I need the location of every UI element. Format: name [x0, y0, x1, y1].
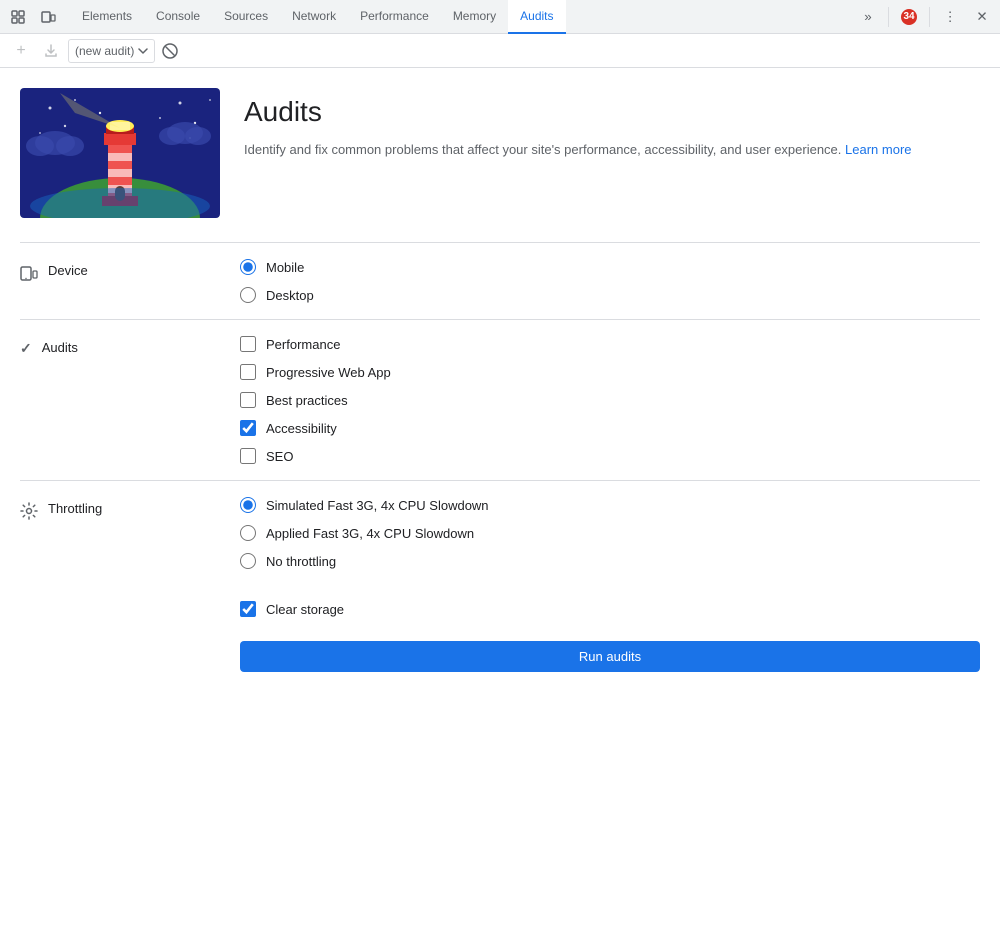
- throttling-sim-fast3g-radio[interactable]: Simulated Fast 3G, 4x CPU Slowdown: [240, 497, 980, 513]
- inspect-icon-btn[interactable]: [4, 3, 32, 31]
- throttling-label: Throttling: [20, 497, 240, 569]
- download-audit-btn[interactable]: [38, 38, 64, 64]
- throttling-applied-fast3g-label: Applied Fast 3G, 4x CPU Slowdown: [266, 526, 474, 541]
- page-title: Audits: [244, 96, 912, 128]
- audit-best-practices-label: Best practices: [266, 393, 348, 408]
- device-section: Device Mobile Desktop: [20, 242, 980, 319]
- audit-seo-input[interactable]: [240, 448, 256, 464]
- throttling-no-throttle-radio[interactable]: No throttling: [240, 553, 980, 569]
- error-badge-btn[interactable]: 34: [895, 7, 923, 27]
- tab-elements[interactable]: Elements: [70, 0, 144, 34]
- add-audit-btn[interactable]: +: [8, 38, 34, 64]
- hero-description: Identify and fix common problems that af…: [244, 140, 912, 161]
- throttling-no-throttle-input[interactable]: [240, 553, 256, 569]
- divider: [888, 7, 889, 27]
- device-desktop-input[interactable]: [240, 287, 256, 303]
- device-desktop-radio[interactable]: Desktop: [240, 287, 980, 303]
- throttling-sim-fast3g-input[interactable]: [240, 497, 256, 513]
- device-label: Device: [20, 259, 240, 303]
- clear-storage-section: Clear storage Run audits: [240, 585, 980, 672]
- throttling-options: Simulated Fast 3G, 4x CPU Slowdown Appli…: [240, 497, 980, 569]
- device-label-text: Device: [48, 263, 88, 278]
- audit-best-practices-input[interactable]: [240, 392, 256, 408]
- audit-pwa-checkbox[interactable]: Progressive Web App: [240, 364, 980, 380]
- audit-best-practices-checkbox[interactable]: Best practices: [240, 392, 980, 408]
- stop-btn[interactable]: [159, 40, 181, 62]
- throttling-applied-fast3g-radio[interactable]: Applied Fast 3G, 4x CPU Slowdown: [240, 525, 980, 541]
- audits-options: Performance Progressive Web App Best pra…: [240, 336, 980, 464]
- throttling-label-text: Throttling: [48, 501, 102, 516]
- audits-section: ✓ Audits Performance Progressive Web App…: [20, 319, 980, 480]
- clear-storage-checkbox[interactable]: Clear storage: [240, 601, 980, 617]
- device-toggle-btn[interactable]: [34, 3, 62, 31]
- device-desktop-label: Desktop: [266, 288, 314, 303]
- tab-bar-left-icons: [4, 3, 62, 31]
- device-mobile-label: Mobile: [266, 260, 304, 275]
- audit-pwa-label: Progressive Web App: [266, 365, 391, 380]
- divider2: [929, 7, 930, 27]
- tab-bar: Elements Console Sources Network Perform…: [0, 0, 1000, 34]
- throttling-applied-fast3g-input[interactable]: [240, 525, 256, 541]
- tab-performance[interactable]: Performance: [348, 0, 441, 34]
- throttling-sim-fast3g-label: Simulated Fast 3G, 4x CPU Slowdown: [266, 498, 489, 513]
- tab-bar-right: » 34 ⋮ ✕: [854, 3, 996, 31]
- tab-sources[interactable]: Sources: [212, 0, 280, 34]
- hero-section: Audits Identify and fix common problems …: [20, 88, 980, 242]
- tab-console[interactable]: Console: [144, 0, 212, 34]
- gear-icon: [20, 502, 38, 525]
- clear-storage-input[interactable]: [240, 601, 256, 617]
- run-audits-button[interactable]: Run audits: [240, 641, 980, 672]
- tab-audits[interactable]: Audits: [508, 0, 565, 34]
- learn-more-link[interactable]: Learn more: [845, 142, 911, 157]
- tabs-container: Elements Console Sources Network Perform…: [70, 0, 854, 34]
- more-options-btn[interactable]: ⋮: [936, 3, 964, 31]
- audit-select-dropdown[interactable]: (new audit): [68, 39, 155, 63]
- audit-accessibility-checkbox[interactable]: Accessibility: [240, 420, 980, 436]
- audits-toolbar: + (new audit): [0, 34, 1000, 68]
- checkmark-icon: ✓: [20, 340, 32, 357]
- close-devtools-btn[interactable]: ✕: [968, 3, 996, 31]
- tab-network[interactable]: Network: [280, 0, 348, 34]
- audit-accessibility-label: Accessibility: [266, 421, 337, 436]
- audit-performance-checkbox[interactable]: Performance: [240, 336, 980, 352]
- lighthouse-illustration: [20, 88, 220, 218]
- audits-label: ✓ Audits: [20, 336, 240, 464]
- main-content: Audits Identify and fix common problems …: [0, 68, 1000, 712]
- audit-seo-checkbox[interactable]: SEO: [240, 448, 980, 464]
- device-icon: [20, 264, 38, 282]
- hero-text: Audits Identify and fix common problems …: [244, 88, 912, 161]
- more-tabs-btn[interactable]: »: [854, 3, 882, 31]
- throttling-section: Throttling Simulated Fast 3G, 4x CPU Slo…: [20, 480, 980, 585]
- audit-accessibility-input[interactable]: [240, 420, 256, 436]
- audit-pwa-input[interactable]: [240, 364, 256, 380]
- audit-performance-input[interactable]: [240, 336, 256, 352]
- device-options: Mobile Desktop: [240, 259, 980, 303]
- audits-label-text: Audits: [42, 340, 78, 355]
- audit-seo-label: SEO: [266, 449, 293, 464]
- clear-storage-label: Clear storage: [266, 602, 344, 617]
- error-dot: 34: [901, 9, 917, 25]
- device-mobile-radio[interactable]: Mobile: [240, 259, 980, 275]
- device-mobile-input[interactable]: [240, 259, 256, 275]
- tab-memory[interactable]: Memory: [441, 0, 508, 34]
- audit-performance-label: Performance: [266, 337, 340, 352]
- throttling-no-throttle-label: No throttling: [266, 554, 336, 569]
